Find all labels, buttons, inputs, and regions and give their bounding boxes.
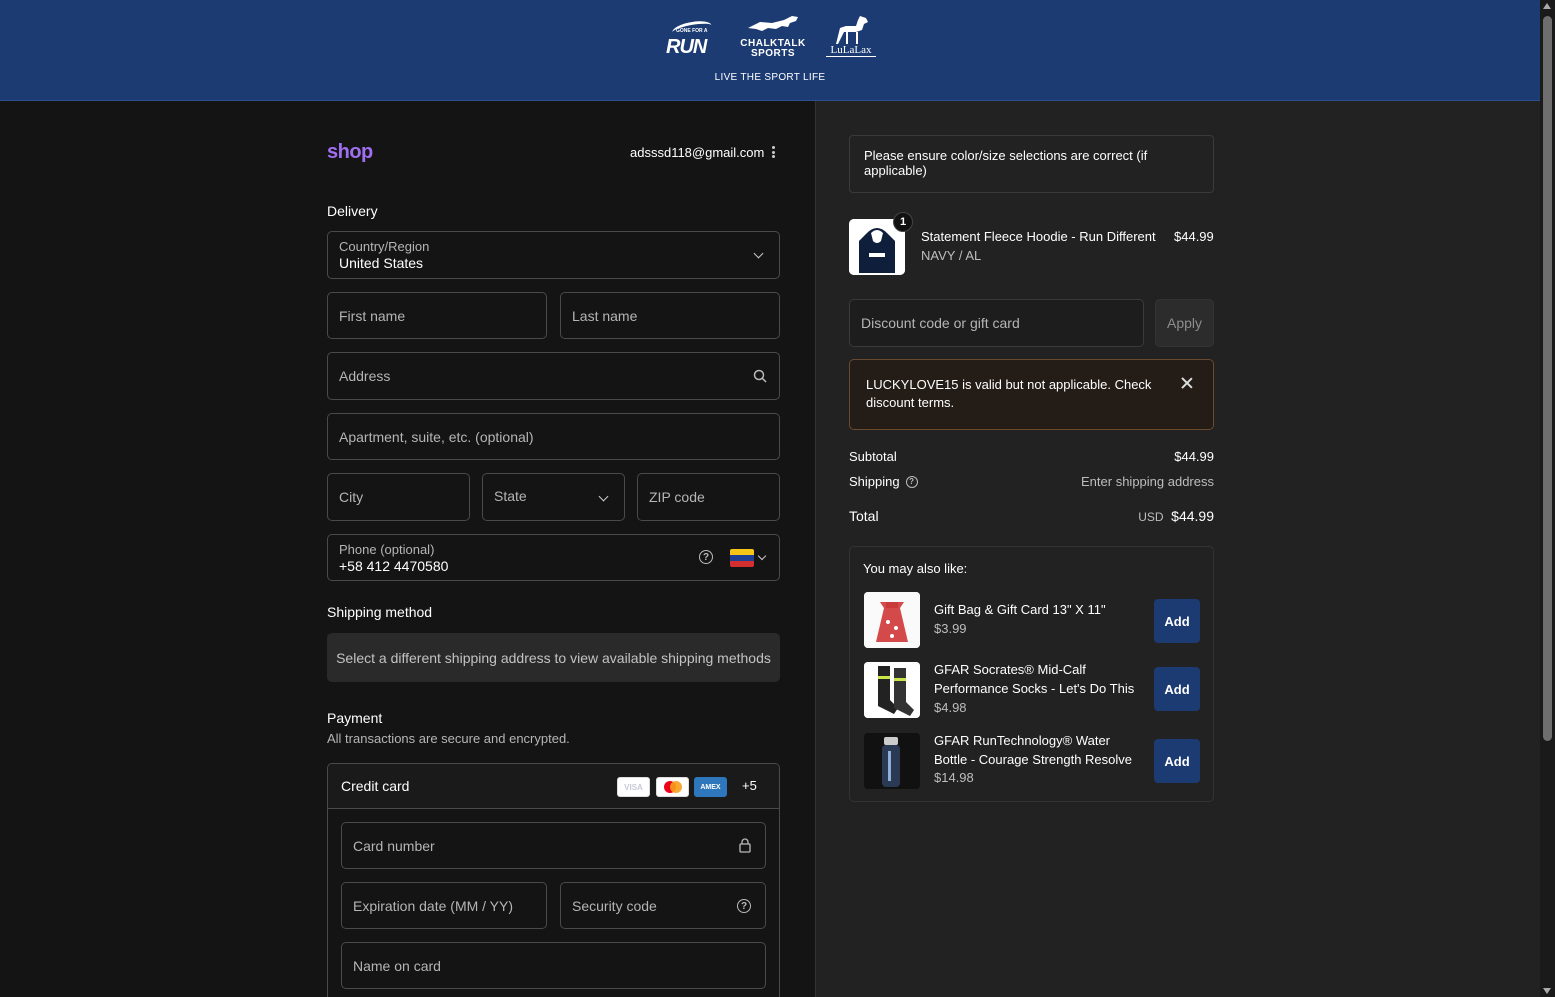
- close-icon[interactable]: [1181, 377, 1193, 389]
- total-value: $44.99: [1171, 508, 1214, 524]
- state-select[interactable]: State: [482, 473, 625, 521]
- discount-error-banner: LUCKYLOVE15 is valid but not applicable.…: [849, 359, 1214, 430]
- brand-logos: GONE FOR A RUN CHALKTALK SPORTS LuLaLax: [666, 14, 876, 60]
- scroll-down-arrow-icon[interactable]: [1543, 988, 1551, 994]
- item-title: Statement Fleece Hoodie - Run Different: [921, 229, 1156, 244]
- store-header: GONE FOR A RUN CHALKTALK SPORTS LuLaLax …: [0, 0, 1540, 101]
- account-menu-icon[interactable]: [769, 144, 777, 160]
- gift-bag-thumbnail: [864, 592, 920, 648]
- help-icon[interactable]: ?: [699, 550, 713, 564]
- subtotal-row: Subtotal $44.99: [849, 449, 1214, 464]
- payment-subtitle: All transactions are secure and encrypte…: [327, 731, 570, 746]
- discount-code-input[interactable]: Discount code or gift card: [849, 299, 1144, 347]
- security-code-field[interactable]: Security code ?: [560, 882, 766, 929]
- store-tagline: LIVE THE SPORT LIFE: [714, 72, 826, 83]
- shipping-value: Enter shipping address: [1081, 474, 1214, 489]
- water-bottle-thumbnail: [864, 733, 920, 789]
- zip-field[interactable]: ZIP code: [637, 473, 780, 521]
- expiration-date-field[interactable]: Expiration date (MM / YY): [341, 882, 547, 929]
- mastercard-icon: [656, 777, 689, 797]
- country-value: United States: [339, 255, 424, 271]
- credit-card-option[interactable]: Credit card VISA AMEX +5: [328, 764, 779, 809]
- chevron-down-icon: [753, 248, 764, 259]
- address-field[interactable]: Address: [327, 352, 780, 400]
- scroll-up-arrow-icon[interactable]: [1543, 3, 1551, 9]
- visa-icon: VISA: [617, 777, 650, 797]
- running-dog-icon: [748, 16, 798, 31]
- shipping-row: Shipping ? Enter shipping address: [849, 474, 1214, 489]
- first-name-field[interactable]: First name: [327, 292, 547, 339]
- payment-heading: Payment: [327, 710, 383, 726]
- lulalax-logo[interactable]: LuLaLax: [826, 14, 876, 60]
- subtotal-value: $44.99: [1174, 449, 1214, 464]
- dog-icon: [836, 16, 868, 44]
- chalktalk-sports-logo[interactable]: CHALKTALK SPORTS: [738, 14, 808, 60]
- upsell-item-price: $4.98: [934, 700, 967, 715]
- city-field[interactable]: City: [327, 473, 470, 521]
- selection-notice: Please ensure color/size selections are …: [849, 135, 1214, 193]
- shop-pay-logo: shop: [327, 141, 373, 163]
- scrollbar-thumb[interactable]: [1543, 16, 1552, 741]
- page-scrollbar[interactable]: [1540, 0, 1555, 997]
- item-price: $44.99: [1174, 229, 1214, 244]
- upsell-item-price: $14.98: [934, 770, 974, 785]
- shipping-method-heading: Shipping method: [327, 604, 433, 620]
- lock-icon: [739, 838, 751, 853]
- upsell-item-title: Gift Bag & Gift Card 13" X 11": [934, 602, 1106, 617]
- apartment-field[interactable]: Apartment, suite, etc. (optional): [327, 413, 780, 460]
- total-currency: USD: [1138, 510, 1164, 524]
- shipping-method-note: Select a different shipping address to v…: [327, 633, 780, 682]
- last-name-field[interactable]: Last name: [560, 292, 780, 339]
- help-icon[interactable]: ?: [737, 899, 751, 913]
- chevron-down-icon[interactable]: [757, 551, 767, 561]
- more-card-types: +5: [742, 778, 757, 793]
- delivery-heading: Delivery: [327, 203, 378, 219]
- socks-thumbnail: [864, 662, 920, 718]
- upsell-item-title: GFAR RunTechnology® Water Bottle - Coura…: [934, 733, 1132, 767]
- upsell-item-price: $3.99: [934, 621, 967, 636]
- upsell-item-title: GFAR Socrates® Mid-Calf Performance Sock…: [934, 662, 1135, 696]
- upsell-heading: You may also like:: [863, 561, 968, 576]
- help-icon[interactable]: ?: [905, 475, 918, 488]
- add-gift-bag-button[interactable]: Add: [1154, 599, 1200, 643]
- phone-field[interactable]: Phone (optional) +58 412 4470580 ?: [327, 534, 780, 581]
- gone-for-a-run-logo[interactable]: GONE FOR A RUN: [666, 18, 720, 60]
- account-email: adsssd118@gmail.com: [630, 145, 765, 160]
- country-select[interactable]: Country/Region United States: [327, 231, 780, 279]
- item-variant: NAVY / AL: [921, 248, 982, 263]
- add-water-bottle-button[interactable]: Add: [1154, 739, 1200, 783]
- name-on-card-field[interactable]: Name on card: [341, 942, 766, 989]
- total-row: Total USD $44.99: [849, 508, 1214, 524]
- quantity-badge: 1: [893, 212, 913, 232]
- card-number-field[interactable]: Card number: [341, 822, 766, 869]
- add-socks-button[interactable]: Add: [1154, 667, 1200, 711]
- upsell-section: You may also like: Gift Bag & Gift Card …: [849, 546, 1214, 802]
- apply-discount-button[interactable]: Apply: [1155, 299, 1214, 347]
- credit-card-form: Credit card VISA AMEX +5 Card number Exp…: [327, 763, 780, 997]
- chevron-down-icon: [598, 491, 609, 502]
- search-icon: [753, 369, 767, 383]
- amex-icon: AMEX: [694, 777, 727, 797]
- venezuela-flag-icon[interactable]: [730, 549, 754, 567]
- phone-value: +58 412 4470580: [339, 557, 449, 574]
- discount-error-message: LUCKYLOVE15 is valid but not applicable.…: [866, 377, 1152, 410]
